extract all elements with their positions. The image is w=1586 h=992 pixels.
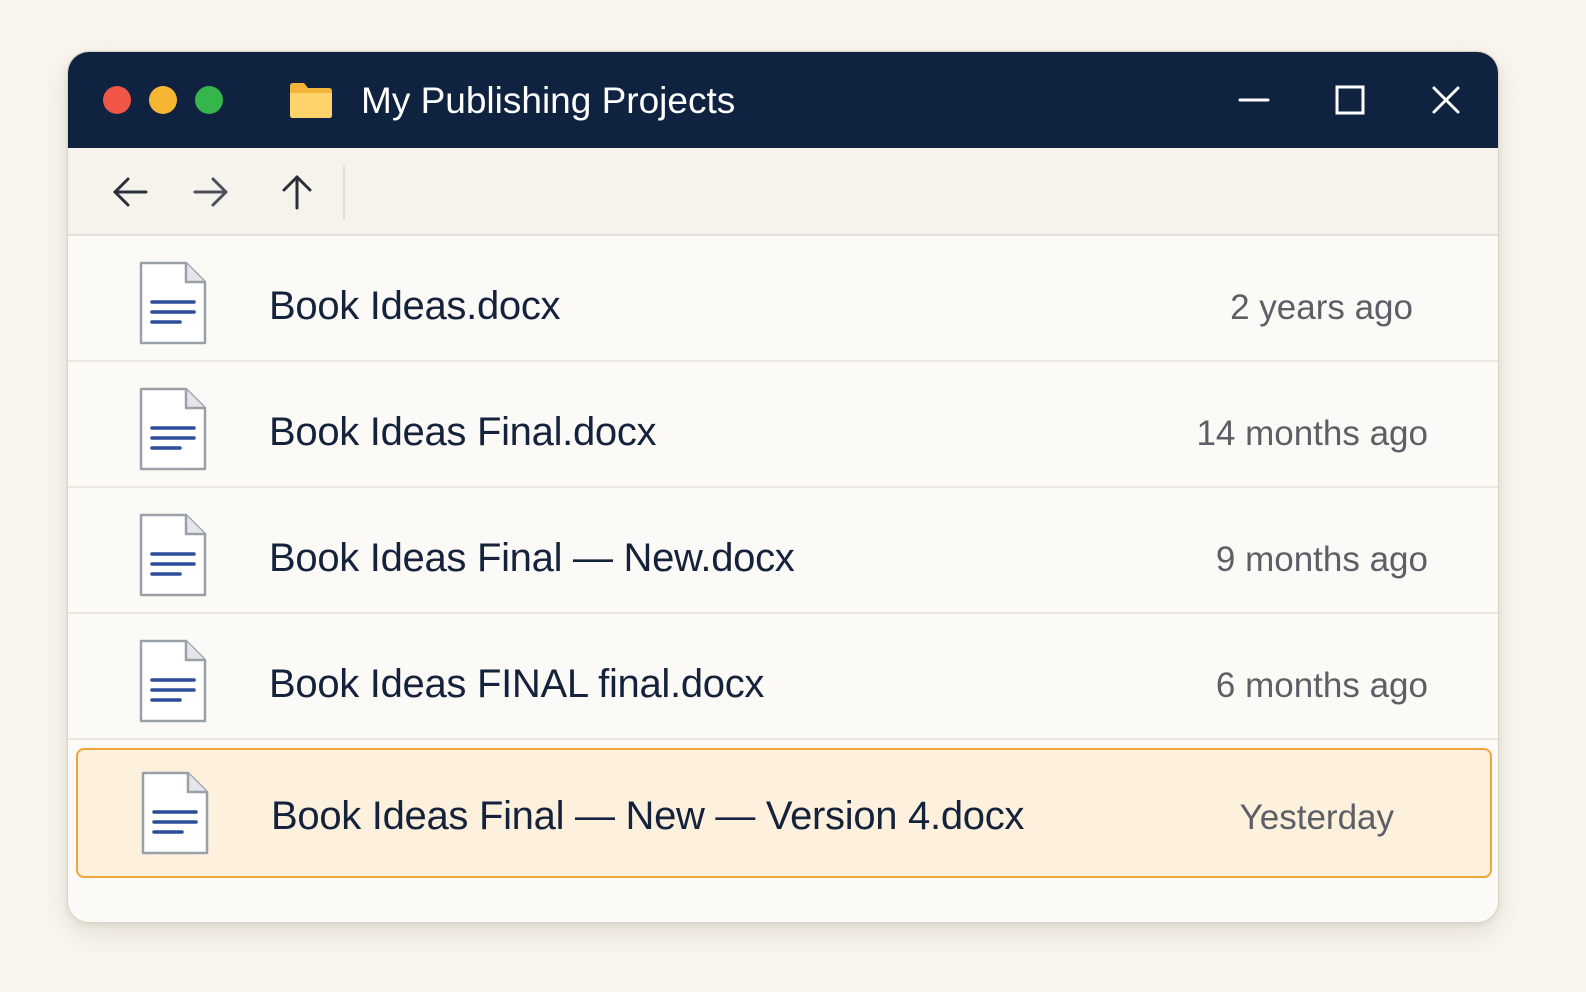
- minimize-button[interactable]: [1232, 78, 1276, 122]
- file-name: Book Ideas.docx: [269, 284, 561, 328]
- file-name: Book Ideas Final.docx: [269, 410, 657, 454]
- navigation-toolbar: [68, 148, 1498, 236]
- maximize-icon: [1335, 85, 1365, 115]
- file-row-selected[interactable]: Book Ideas Final — New — Version 4.docx …: [76, 748, 1492, 878]
- file-name: Book Ideas FINAL final.docx: [269, 662, 765, 706]
- toolbar-divider: [343, 166, 345, 220]
- forward-button[interactable]: [189, 170, 233, 214]
- close-traffic-light[interactable]: [103, 86, 131, 114]
- close-icon: [1432, 86, 1460, 114]
- file-modified-date: 6 months ago: [1215, 666, 1428, 705]
- file-row[interactable]: Book Ideas Final — New.docx 9 months ago: [68, 488, 1498, 614]
- file-modified-date: 14 months ago: [1196, 414, 1428, 453]
- file-row[interactable]: Book Ideas.docx 2 years ago: [68, 236, 1498, 362]
- file-name: Book Ideas Final — New — Version 4.docx: [271, 794, 1025, 838]
- minimize-traffic-light[interactable]: [149, 86, 177, 114]
- file-row[interactable]: Book Ideas FINAL final.docx 6 months ago: [68, 614, 1498, 740]
- file-modified-date: 2 years ago: [1230, 288, 1413, 327]
- file-browser-window: My Publishing Projects Book Ideas.docx 2…: [67, 51, 1499, 923]
- back-arrow-icon: [113, 177, 148, 207]
- minimize-icon: [1238, 98, 1270, 102]
- back-button[interactable]: [108, 170, 152, 214]
- up-button[interactable]: [275, 170, 319, 214]
- file-name: Book Ideas Final — New.docx: [269, 536, 795, 580]
- up-arrow-icon: [282, 175, 312, 210]
- document-icon: [139, 387, 207, 471]
- file-row[interactable]: Book Ideas Final.docx 14 months ago: [68, 362, 1498, 488]
- file-modified-date: 9 months ago: [1215, 540, 1428, 579]
- zoom-traffic-light[interactable]: [195, 86, 223, 114]
- document-icon: [141, 771, 209, 855]
- folder-icon: [290, 83, 332, 118]
- maximize-button[interactable]: [1328, 78, 1372, 122]
- document-icon: [139, 261, 207, 345]
- close-button[interactable]: [1424, 78, 1468, 122]
- window-title: My Publishing Projects: [361, 80, 736, 121]
- title-bar[interactable]: My Publishing Projects: [68, 52, 1498, 148]
- forward-arrow-icon: [193, 177, 228, 207]
- file-modified-date: Yesterday: [1239, 798, 1394, 837]
- document-icon: [139, 639, 207, 723]
- document-icon: [139, 513, 207, 597]
